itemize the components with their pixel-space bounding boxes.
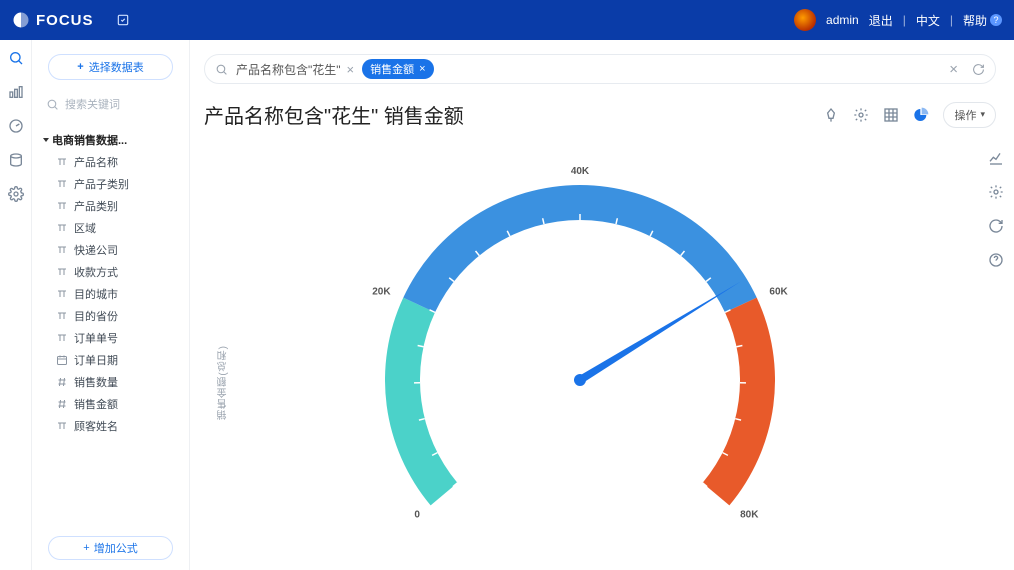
field-item[interactable]: 顾客姓名 <box>56 418 179 434</box>
settings-icon[interactable] <box>8 186 24 202</box>
add-formula-button[interactable]: + 增加公式 <box>48 536 173 560</box>
field-label: 产品子类别 <box>74 176 129 192</box>
text-field-icon <box>56 200 68 212</box>
field-label: 快递公司 <box>74 242 118 258</box>
field-label: 收款方式 <box>74 264 118 280</box>
field-label: 订单单号 <box>74 330 118 346</box>
field-item[interactable]: 目的省份 <box>56 308 179 324</box>
edit-icon[interactable] <box>112 9 134 31</box>
brand-logo: FOCUS <box>12 11 94 29</box>
number-field-icon <box>56 398 68 410</box>
field-item[interactable]: 产品名称 <box>56 154 179 170</box>
text-field-icon <box>56 288 68 300</box>
right-tool-rail <box>978 150 1014 268</box>
help-link[interactable]: 帮助 ? <box>963 12 1002 29</box>
axis-label: 销售金额(总和) <box>216 345 231 420</box>
chart-area: 销售金额(总和) 0 20K 40K 60K 80K <box>204 135 996 535</box>
username[interactable]: admin <box>826 13 859 27</box>
clear-icon[interactable]: × <box>949 61 958 78</box>
pin-icon[interactable] <box>823 107 839 123</box>
field-item[interactable]: 产品子类别 <box>56 176 179 192</box>
select-data-button[interactable]: + 选择数据表 <box>48 54 173 80</box>
text-field-icon <box>56 420 68 432</box>
search-icon <box>46 98 59 111</box>
chart-icon[interactable] <box>8 84 24 100</box>
field-label: 顾客姓名 <box>74 418 118 434</box>
gauge-chart: 0 20K 40K 60K 80K <box>300 135 860 535</box>
pie-chart-icon[interactable] <box>913 107 929 123</box>
dashboard-icon[interactable] <box>8 118 24 134</box>
gear-icon[interactable] <box>853 107 869 123</box>
text-field-icon <box>56 244 68 256</box>
search-icon <box>215 63 228 76</box>
sidebar-search[interactable]: 搜索关键词 <box>42 96 179 120</box>
text-field-icon <box>56 178 68 190</box>
refresh-icon[interactable] <box>988 218 1004 234</box>
field-item[interactable]: 销售数量 <box>56 374 179 390</box>
svg-text:40K: 40K <box>571 166 590 177</box>
table-icon[interactable] <box>883 107 899 123</box>
svg-text:20K: 20K <box>372 287 391 298</box>
avatar[interactable] <box>794 9 816 31</box>
field-list: 产品名称产品子类别产品类别区域快递公司收款方式目的城市目的省份订单单号订单日期销… <box>42 154 179 434</box>
sidebar: + 选择数据表 搜索关键词 电商销售数据... 产品名称产品子类别产品类别区域快… <box>32 40 190 570</box>
text-field-icon <box>56 222 68 234</box>
gear-icon[interactable] <box>988 184 1004 200</box>
field-item[interactable]: 区域 <box>56 220 179 236</box>
text-field-icon <box>56 332 68 344</box>
field-label: 产品名称 <box>74 154 118 170</box>
operations-button[interactable]: 操作 ▾ <box>943 102 996 128</box>
title-actions: 操作 ▾ <box>823 102 996 128</box>
field-item[interactable]: 订单日期 <box>56 352 179 368</box>
svg-text:80K: 80K <box>740 509 759 520</box>
header-right: admin 退出 | 中文 | 帮助 ? <box>794 9 1002 31</box>
plus-icon: + <box>83 542 89 554</box>
line-chart-icon[interactable] <box>988 150 1004 166</box>
refresh-icon[interactable] <box>972 63 985 76</box>
field-item[interactable]: 快递公司 <box>56 242 179 258</box>
field-item[interactable]: 产品类别 <box>56 198 179 214</box>
field-item[interactable]: 目的城市 <box>56 286 179 302</box>
query-text-chip[interactable]: 产品名称包含"花生" <box>236 61 341 78</box>
search-placeholder: 搜索关键词 <box>65 96 120 112</box>
plus-icon: + <box>77 61 83 73</box>
date-field-icon <box>56 354 68 366</box>
data-icon[interactable] <box>8 152 24 168</box>
text-field-icon <box>56 310 68 322</box>
svg-text:0: 0 <box>414 509 420 520</box>
brand-text: FOCUS <box>36 12 94 29</box>
help-icon[interactable] <box>988 252 1004 268</box>
field-label: 目的省份 <box>74 308 118 324</box>
text-field-icon <box>56 266 68 278</box>
text-field-icon <box>56 156 68 168</box>
left-icon-rail <box>0 40 32 570</box>
query-bar[interactable]: 产品名称包含"花生" × 销售金额 × × <box>204 54 996 84</box>
field-label: 产品类别 <box>74 198 118 214</box>
chevron-down-icon: ▾ <box>980 109 985 120</box>
field-item[interactable]: 订单单号 <box>56 330 179 346</box>
caret-down-icon <box>43 138 49 142</box>
page-title: 产品名称包含"花生" 销售金额 <box>204 100 464 129</box>
brand-icon <box>12 11 30 29</box>
number-field-icon <box>56 376 68 388</box>
logout-link[interactable]: 退出 <box>869 12 893 29</box>
field-label: 目的城市 <box>74 286 118 302</box>
field-label: 区域 <box>74 220 96 236</box>
field-item[interactable]: 销售金额 <box>56 396 179 412</box>
app-header: FOCUS admin 退出 | 中文 | 帮助 ? <box>0 0 1014 40</box>
field-label: 订单日期 <box>74 352 118 368</box>
lang-link[interactable]: 中文 <box>916 12 940 29</box>
field-item[interactable]: 收款方式 <box>56 264 179 280</box>
field-label: 销售金额 <box>74 396 118 412</box>
help-badge-icon: ? <box>990 14 1002 26</box>
chip-remove-icon[interactable]: × <box>347 62 355 77</box>
field-label: 销售数量 <box>74 374 118 390</box>
tag-remove-icon[interactable]: × <box>419 63 425 75</box>
svg-text:60K: 60K <box>769 287 788 298</box>
main: 产品名称包含"花生" × 销售金额 × × 产品名称包含"花生" 销售金额 操作… <box>190 40 1014 570</box>
search-icon[interactable] <box>8 50 24 66</box>
field-group-title[interactable]: 电商销售数据... <box>44 132 179 148</box>
query-tag[interactable]: 销售金额 × <box>362 59 433 79</box>
